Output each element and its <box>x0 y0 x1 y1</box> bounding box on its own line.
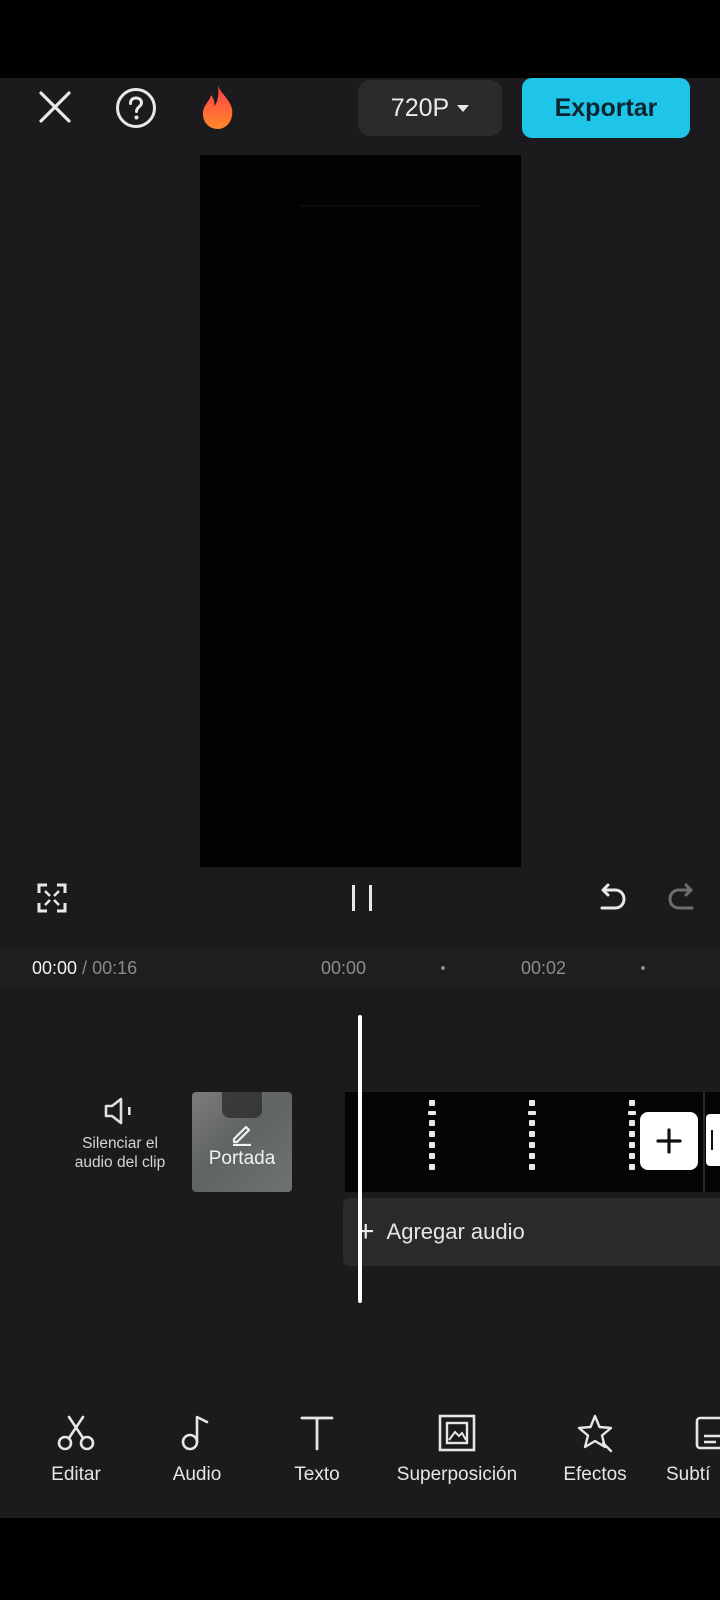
ruler-tick-dot <box>441 966 445 970</box>
toolbar-superposicion[interactable]: Superposición <box>382 1412 532 1486</box>
close-button[interactable] <box>30 82 80 132</box>
mute-label-line1: Silenciar el <box>82 1135 158 1152</box>
add-audio-label: Agregar audio <box>386 1219 525 1244</box>
fullscreen-icon <box>37 883 67 913</box>
plus-icon <box>656 1128 682 1154</box>
time-separator: / <box>77 958 93 978</box>
clip-frame-thumbnail <box>427 1100 437 1170</box>
toolbar-efectos[interactable]: Efectos <box>552 1412 638 1486</box>
playhead[interactable] <box>358 1015 362 1303</box>
resolution-dropdown[interactable]: 720P <box>358 80 502 136</box>
ruler-tick-label: 00:00 <box>321 958 367 978</box>
clip-frame-divider <box>703 1092 705 1192</box>
navigation-bar <box>0 1518 720 1600</box>
pencil-icon <box>232 1125 251 1146</box>
toolbar-label: Efectos <box>563 1464 627 1485</box>
mute-clip-audio-button[interactable]: Silenciar el audio del clip <box>60 1096 180 1186</box>
cover-button[interactable]: Portada <box>192 1092 292 1192</box>
redo-icon <box>668 883 694 910</box>
toolbar-subtitulos[interactable]: Subtí <box>666 1412 720 1486</box>
help-button[interactable] <box>110 82 162 134</box>
toolbar-label: Superposición <box>396 1464 518 1485</box>
music-note-icon <box>177 1412 217 1454</box>
toolbar-label: Audio <box>172 1464 222 1485</box>
video-preview[interactable] <box>200 155 521 867</box>
undo-button[interactable] <box>592 878 632 918</box>
redo-button[interactable] <box>662 878 702 918</box>
effects-star-icon <box>575 1412 615 1454</box>
toolbar-label: Editar <box>51 1464 101 1485</box>
clip-frame-thumbnail <box>527 1100 537 1170</box>
resolution-label: 720P <box>390 93 450 122</box>
status-bar <box>0 0 720 78</box>
scissors-icon <box>56 1412 96 1454</box>
cover-label: Portada <box>208 1148 276 1169</box>
chevron-down-icon <box>457 104 470 112</box>
fullscreen-button[interactable] <box>32 878 72 918</box>
preview-content-line <box>300 205 480 207</box>
pause-icon <box>352 885 372 911</box>
toolbar-label: Subtí <box>666 1464 711 1485</box>
help-icon <box>116 88 156 128</box>
cover-thumbnail <box>222 1092 262 1118</box>
add-audio-button[interactable]: + Agregar audio <box>343 1198 720 1266</box>
export-button[interactable]: Exportar <box>522 78 690 138</box>
promo-fire-button[interactable] <box>194 80 242 134</box>
mute-clip-audio-label: Silenciar el audio del clip <box>60 1134 180 1172</box>
current-time: 00:00 <box>32 958 78 978</box>
ruler-tick-label: 00:02 <box>521 958 567 978</box>
mute-label-line2: audio del clip <box>74 1154 166 1171</box>
undo-icon <box>600 883 626 910</box>
toolbar-editar[interactable]: Editar <box>36 1412 116 1486</box>
pause-button[interactable] <box>342 878 382 918</box>
toolbar-texto[interactable]: Texto <box>277 1412 357 1486</box>
fire-icon <box>202 85 233 129</box>
clip-frame-thumbnail <box>627 1100 637 1170</box>
toolbar-audio[interactable]: Audio <box>157 1412 237 1486</box>
clip-end-handle[interactable] <box>706 1114 720 1166</box>
add-clip-button[interactable] <box>640 1112 698 1170</box>
toolbar-label: Texto <box>294 1464 340 1485</box>
time-display: 00:00 / 00:16 <box>32 958 137 979</box>
total-time: 00:16 <box>92 958 138 978</box>
close-icon <box>39 91 71 123</box>
ruler-tick-dot <box>641 966 645 970</box>
speaker-icon <box>104 1097 131 1125</box>
overlay-icon <box>437 1412 477 1454</box>
text-icon <box>297 1412 337 1454</box>
subtitles-icon <box>694 1412 720 1454</box>
